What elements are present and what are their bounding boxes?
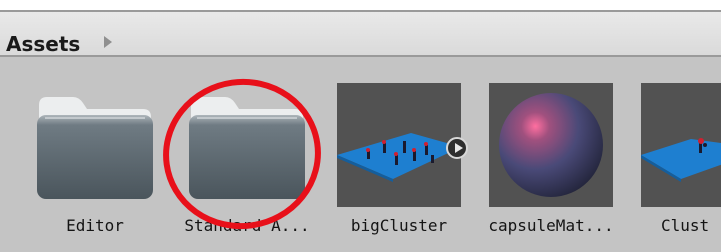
asset-label: Editor [66, 216, 124, 235]
asset-grid: Editor Standard A... bigCluster capsuleM… [0, 57, 721, 252]
asset-item-cluster[interactable]: Clust [641, 83, 721, 243]
folder-icon [189, 97, 305, 199]
folder-icon [37, 97, 153, 199]
asset-label: capsuleMat... [488, 216, 614, 235]
window-top-strip [0, 0, 721, 10]
chevron-right-icon [104, 36, 112, 48]
play-preview-button[interactable] [446, 137, 468, 159]
asset-item-capsule-material[interactable]: capsuleMat... [488, 83, 617, 243]
asset-item-standard-assets[interactable]: Standard A... [184, 83, 313, 243]
material-sphere-icon [499, 93, 603, 197]
breadcrumb: Assets [0, 10, 721, 57]
asset-label: bigCluster [350, 216, 448, 235]
prefab-preview-icon [641, 138, 721, 182]
asset-item-bigcluster[interactable]: bigCluster [337, 83, 468, 243]
prefab-preview-icon [337, 133, 461, 182]
breadcrumb-assets[interactable]: Assets [6, 32, 80, 56]
asset-item-editor[interactable]: Editor [33, 83, 161, 243]
asset-label: Clust [661, 216, 710, 235]
asset-label: Standard A... [184, 216, 310, 235]
